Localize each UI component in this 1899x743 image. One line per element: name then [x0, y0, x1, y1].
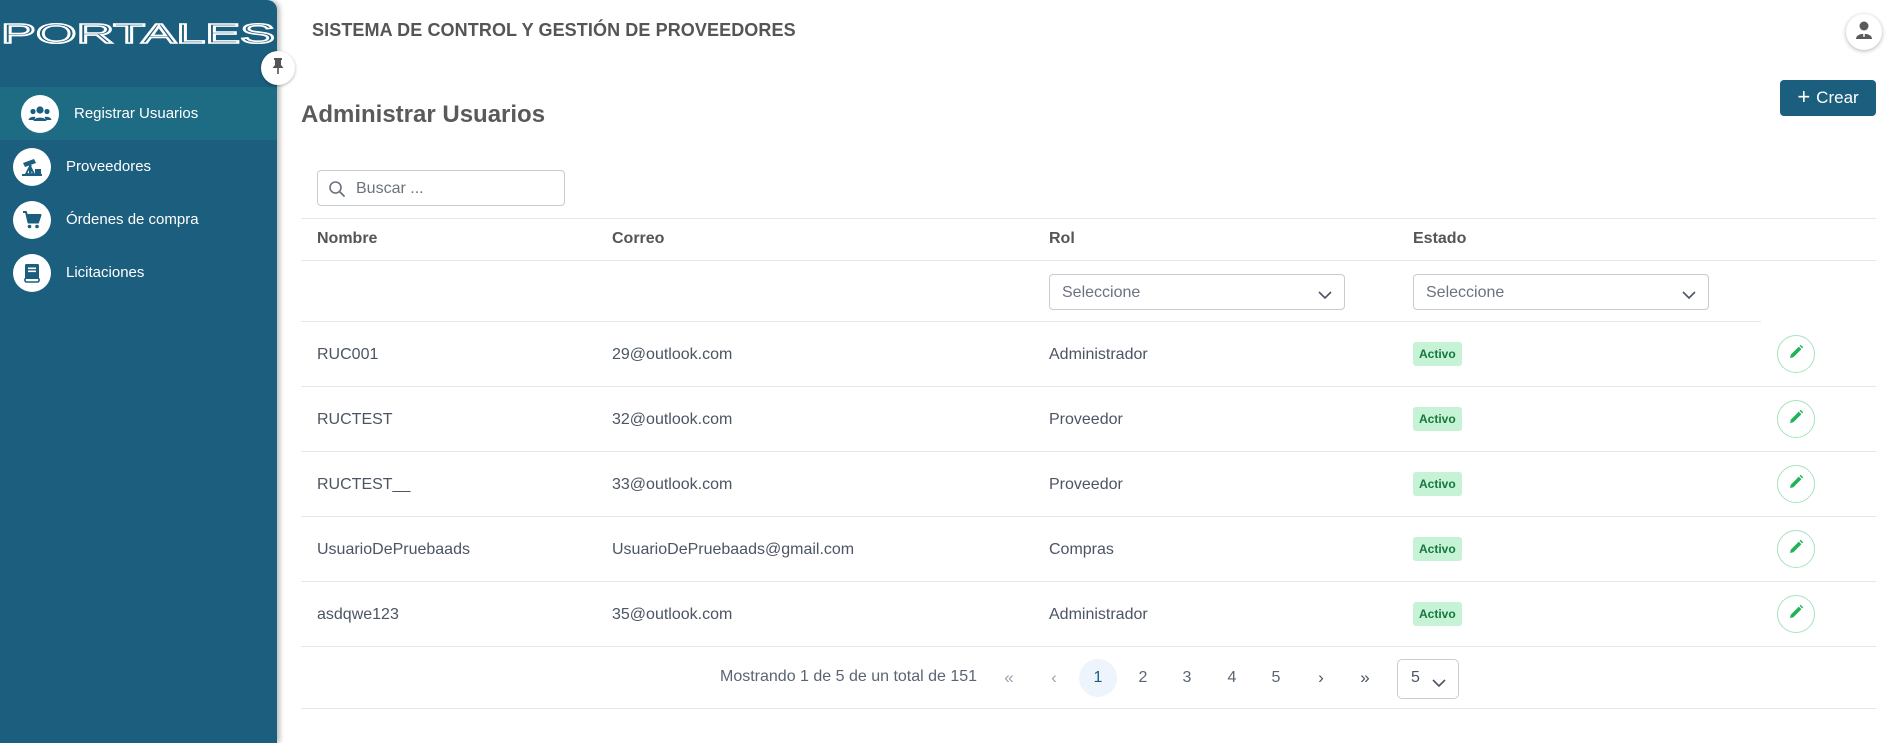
- edit-button[interactable]: [1777, 335, 1815, 373]
- cell-nombre: UsuarioDePruebaads: [317, 541, 470, 558]
- sidebar-item-label: Órdenes de compra: [66, 211, 199, 228]
- page-button-3[interactable]: 3: [1168, 659, 1206, 697]
- sidebar-item-proveedores[interactable]: Proveedores: [0, 140, 277, 193]
- search-icon: [328, 180, 346, 203]
- estado-filter-select[interactable]: Seleccione: [1413, 274, 1709, 310]
- sidebar: PORTALES Registrar Usuarios Proveedores …: [0, 0, 277, 743]
- cell-rol: Proveedor: [1049, 476, 1123, 493]
- cell-nombre: RUC001: [317, 346, 379, 363]
- portales-logo: PORTALES: [0, 20, 276, 48]
- search-box: [317, 170, 565, 206]
- pagination-info: Mostrando 1 de 5 de un total de 151: [720, 668, 978, 685]
- page-button-4[interactable]: 4: [1213, 659, 1251, 697]
- edit-button[interactable]: [1777, 530, 1815, 568]
- last-page-button[interactable]: »: [1346, 659, 1384, 697]
- pencil-icon: [1788, 409, 1804, 430]
- sidebar-item-ordenes-de-compra[interactable]: Órdenes de compra: [0, 193, 277, 246]
- cell-rol: Administrador: [1049, 346, 1148, 363]
- row-divider: [301, 646, 1876, 647]
- cell-rol: Compras: [1049, 541, 1114, 558]
- cell-correo: 29@outlook.com: [612, 346, 733, 363]
- search-input[interactable]: [356, 177, 556, 201]
- rol-filter-select[interactable]: Seleccione: [1049, 274, 1345, 310]
- page-size-value: 5: [1411, 669, 1420, 686]
- pin-sidebar-button[interactable]: [261, 51, 295, 85]
- cell-rol: Administrador: [1049, 606, 1148, 623]
- status-badge: Activo: [1413, 602, 1462, 626]
- prev-page-button[interactable]: ‹: [1035, 659, 1073, 697]
- pin-icon: [271, 57, 285, 80]
- table-filter-border: [301, 321, 1761, 322]
- next-page-button[interactable]: ›: [1302, 659, 1340, 697]
- page-size-select[interactable]: 5: [1397, 659, 1459, 699]
- sidebar-item-label: Registrar Usuarios: [74, 105, 199, 122]
- user-icon: [1855, 20, 1873, 45]
- table-header-border: [301, 260, 1876, 261]
- page-title: Administrar Usuarios: [301, 101, 546, 128]
- cart-icon: [13, 200, 51, 239]
- app-header-title: SISTEMA DE CONTROL Y GESTIÓN DE PROVEEDO…: [312, 20, 796, 40]
- book-icon: [13, 253, 51, 292]
- cell-correo: 35@outlook.com: [612, 606, 733, 623]
- status-badge: Activo: [1413, 472, 1462, 496]
- plus-icon: +: [1797, 84, 1811, 109]
- first-page-button[interactable]: «: [990, 659, 1028, 697]
- page-button-5[interactable]: 5: [1257, 659, 1295, 697]
- row-divider: [301, 386, 1876, 387]
- chevron-down-icon: [1682, 287, 1696, 305]
- page-button-2[interactable]: 2: [1124, 659, 1162, 697]
- status-badge: Activo: [1413, 407, 1462, 431]
- row-divider: [301, 581, 1876, 582]
- chevron-down-icon: [1432, 675, 1446, 693]
- user-menu-button[interactable]: [1846, 14, 1882, 50]
- edit-button[interactable]: [1777, 465, 1815, 503]
- sidebar-nav: Registrar Usuarios Proveedores Órdenes d…: [0, 87, 277, 299]
- cell-correo: UsuarioDePruebaads@gmail.com: [612, 541, 855, 558]
- page-button-1[interactable]: 1: [1079, 659, 1117, 697]
- edit-button[interactable]: [1777, 595, 1815, 633]
- row-divider: [301, 451, 1876, 452]
- users-icon: [21, 94, 59, 133]
- status-badge: Activo: [1413, 342, 1462, 366]
- pencil-icon: [1788, 474, 1804, 495]
- create-user-button[interactable]: + Crear: [1780, 80, 1876, 116]
- sidebar-item-label: Licitaciones: [66, 264, 145, 281]
- cell-correo: 33@outlook.com: [612, 476, 733, 493]
- row-divider: [301, 516, 1876, 517]
- table-top-border: [301, 218, 1876, 219]
- sidebar-item-licitaciones[interactable]: Licitaciones: [0, 246, 277, 299]
- cell-nombre: RUCTEST: [317, 411, 393, 428]
- cell-correo: 32@outlook.com: [612, 411, 733, 428]
- select-value: Seleccione: [1062, 284, 1141, 301]
- oil-pump-icon: [13, 147, 51, 186]
- create-button-label: Crear: [1816, 88, 1859, 107]
- cell-nombre: RUCTEST__: [317, 476, 411, 493]
- pencil-icon: [1788, 344, 1804, 365]
- select-value: Seleccione: [1426, 284, 1505, 301]
- column-header-rol[interactable]: Rol: [1049, 230, 1075, 248]
- column-header-nombre[interactable]: Nombre: [317, 230, 377, 248]
- edit-button[interactable]: [1777, 400, 1815, 438]
- chevron-down-icon: [1318, 287, 1332, 305]
- app-root: PORTALES Registrar Usuarios Proveedores …: [0, 0, 1899, 743]
- cell-nombre: asdqwe123: [317, 606, 399, 623]
- logo-text: PORTALES: [1, 20, 275, 48]
- status-badge: Activo: [1413, 537, 1462, 561]
- pencil-icon: [1788, 604, 1804, 625]
- column-header-estado[interactable]: Estado: [1413, 230, 1466, 248]
- table-bottom-border: [301, 708, 1876, 709]
- column-header-correo[interactable]: Correo: [612, 230, 664, 248]
- sidebar-item-label: Proveedores: [66, 158, 152, 175]
- pencil-icon: [1788, 539, 1804, 560]
- cell-rol: Proveedor: [1049, 411, 1123, 428]
- sidebar-item-registrar-usuarios[interactable]: Registrar Usuarios: [0, 87, 277, 140]
